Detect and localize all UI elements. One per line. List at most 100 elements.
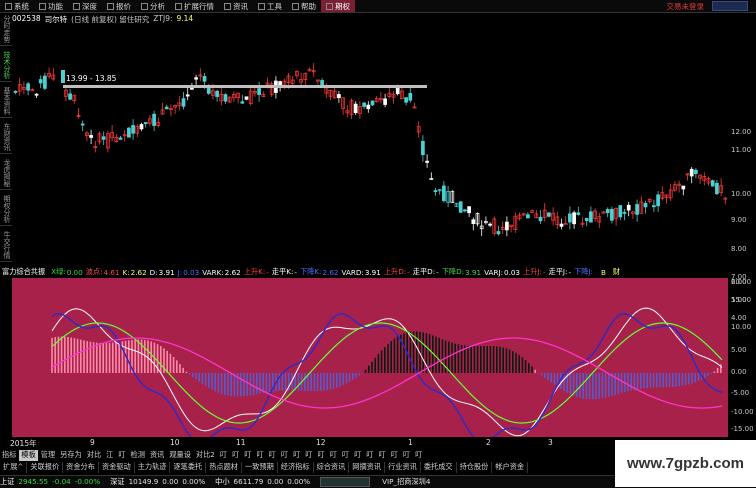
menu-item-2[interactable]: 深度 [68, 0, 102, 12]
index-quote[interactable]: 上证 2945.55 -0.04 -0.00% [0, 477, 100, 487]
side-tab-1[interactable]: 技术分析 [0, 49, 12, 82]
indicator-tab[interactable]: 对比 [85, 450, 103, 461]
indicator-tab[interactable]: 叮 [315, 450, 326, 461]
candle-body [681, 185, 686, 190]
side-tab-2[interactable]: 基本资料 [0, 85, 12, 118]
indicator-value: 0.03 [183, 267, 200, 277]
candlestick-chart[interactable] [12, 24, 728, 266]
indicator-tab[interactable]: 叮 [303, 450, 314, 461]
indicator-tab[interactable]: 叮 [364, 450, 375, 461]
candle-body [618, 205, 623, 218]
function-tab[interactable]: 主力轨迹 [135, 462, 171, 473]
menu-label: 功能 [48, 1, 63, 11]
indicator-value: 3.91 [158, 267, 175, 277]
indicator-label: 走平D: [412, 267, 436, 276]
menu-item-0[interactable]: 系统 [0, 0, 34, 12]
side-tab-0[interactable]: 分时走势 [0, 13, 12, 46]
indicator-tab[interactable]: 管理 [39, 450, 57, 461]
menu-right: 交易未登录 [667, 0, 748, 12]
menu-item-4[interactable]: 分析 [136, 0, 170, 12]
index-value: 6611.79 [233, 477, 264, 486]
indicator-tab[interactable]: 叮 [279, 450, 290, 461]
menu-label: 资讯 [233, 1, 248, 11]
indicator-tab[interactable]: 对比2 [194, 450, 217, 461]
indicator-tab[interactable]: 叮 [352, 450, 363, 461]
menu-label: 期权 [335, 1, 350, 11]
candle-body [34, 93, 39, 96]
indicator-value: - [294, 267, 297, 277]
price-band-label: 13.99 - 13.85 [66, 74, 117, 83]
candle-body [538, 216, 543, 222]
indicator-tab[interactable]: 叮 [116, 450, 127, 461]
indicator-tab[interactable]: 叮 [413, 450, 424, 461]
candle-body [656, 194, 660, 207]
function-tab[interactable]: 行业资讯 [385, 462, 421, 473]
candle-body [152, 113, 156, 126]
indicator-label: D: [149, 267, 158, 277]
side-tab-3[interactable]: 东财资讯 [0, 121, 12, 154]
function-tab[interactable]: 关联报价 [27, 462, 64, 473]
function-tab[interactable]: 持仓股份 [457, 462, 493, 473]
indicator-tab[interactable]: 江 [104, 450, 115, 461]
indicator-tab[interactable]: 叮 [401, 450, 412, 461]
function-tab[interactable]: 扩展^ [0, 462, 28, 473]
function-tab[interactable]: 帐户资金 [492, 462, 529, 473]
menu-item-9[interactable]: 期权 [321, 0, 355, 12]
indicator-tab[interactable]: 叮 [230, 450, 241, 461]
candle-body [143, 122, 148, 124]
login-status[interactable]: 交易未登录 [667, 1, 705, 12]
menu-item-3[interactable]: 报价 [102, 0, 136, 12]
indicator-tab[interactable]: 叮 [254, 450, 265, 461]
indicator-tab[interactable]: 叮 [267, 450, 278, 461]
function-tab[interactable]: 经济指标 [278, 462, 314, 473]
side-tab-6[interactable]: 牛交行情 [0, 229, 12, 262]
indicator-tab[interactable]: 叮 [291, 450, 302, 461]
function-tab[interactable]: 网摘资讯 [349, 462, 386, 473]
menu-label: 工具 [267, 1, 282, 11]
candle-body [643, 203, 648, 208]
indicator-tab[interactable]: 叮 [242, 450, 253, 461]
side-tab-4[interactable]: 龙虎揭秘 [0, 157, 12, 190]
indicator-value: - [436, 267, 439, 277]
candle-body [463, 209, 467, 212]
candle-body [353, 103, 358, 114]
indicator-tab[interactable]: 观量设 [167, 450, 193, 461]
function-tab[interactable]: 热点题材 [206, 462, 242, 473]
menu-item-1[interactable]: 功能 [34, 0, 68, 12]
index-name: 深证 [110, 477, 125, 486]
index-quote[interactable]: 深证 10149.9 0.00 0.00% [110, 477, 205, 487]
axis-tick: -10.00 [731, 408, 754, 416]
indicator-tab[interactable]: 资讯 [148, 450, 166, 461]
menu-item-7[interactable]: 工具 [253, 0, 287, 12]
indicator-tab[interactable]: 叮 [218, 450, 229, 461]
function-tab[interactable]: 资金分布 [63, 462, 99, 473]
index-quote[interactable]: 中小 6611.79 0.00 0.00% [215, 477, 310, 487]
menu-item-8[interactable]: 帮助 [287, 0, 321, 12]
function-tab[interactable]: 一致预期 [242, 462, 278, 473]
function-tab[interactable]: 资金驱动 [99, 462, 135, 473]
candle-body [488, 223, 492, 226]
indicator-tab[interactable]: 叮 [377, 450, 388, 461]
function-tab[interactable]: 委托成交 [421, 462, 457, 473]
menu-item-6[interactable]: 资讯 [219, 0, 253, 12]
function-tab[interactable]: 综合资讯 [314, 462, 350, 473]
indicator-tab[interactable]: 叮 [328, 450, 339, 461]
indicator-tab[interactable]: 另存为 [58, 450, 84, 461]
index-change: 0.00 [267, 477, 284, 486]
menu-item-5[interactable]: 扩展行情 [170, 0, 219, 12]
side-tab-5[interactable]: 期权分析 [0, 193, 12, 226]
indicator-tab[interactable]: 模板 [19, 450, 38, 461]
indicator-tab[interactable]: 指标 [0, 450, 18, 461]
vip-label: VIP_招商深圳4 [382, 477, 431, 486]
candle-body [43, 75, 47, 89]
menu-icon [258, 2, 265, 10]
indicator-label: 下降K: [299, 267, 322, 276]
function-tab[interactable]: 逐笔委托 [170, 462, 207, 473]
indicator-label: VARD: [341, 267, 364, 277]
indicator-header: 富力综合共振 X绿: 0.00 波点: 4.61 K: 2.62 D: 3.91 J: 0.03 VA… [0, 266, 756, 278]
indicator-tab[interactable]: 叮 [340, 450, 351, 461]
indicator-tab[interactable]: 叮 [389, 450, 400, 461]
indicator-pane[interactable] [12, 278, 728, 437]
indicator-tab[interactable]: 检测 [129, 450, 147, 461]
candle-body [526, 214, 530, 219]
